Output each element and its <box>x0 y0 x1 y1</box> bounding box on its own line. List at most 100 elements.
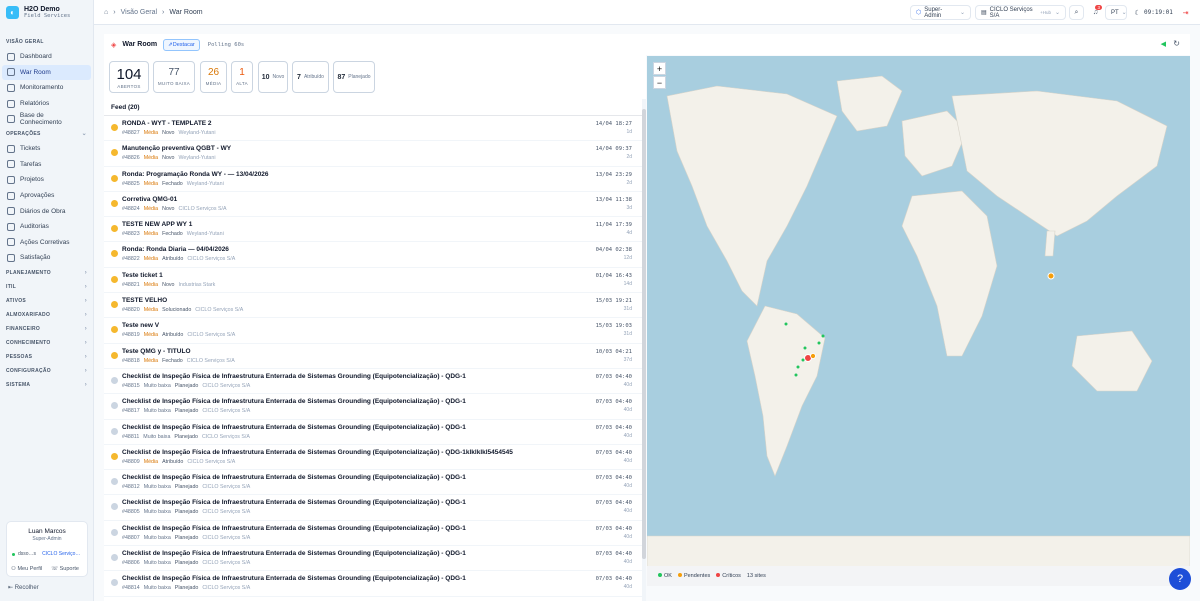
status-label: Planejado <box>174 534 199 541</box>
brand[interactable]: ◐ H2O Demo Field Services <box>0 0 93 25</box>
map-canvas <box>647 75 1190 586</box>
feed-item[interactable]: Checklist de Inspeção Física de Infraest… <box>104 369 642 395</box>
feed-item[interactable]: TESTE VELHO #48820 Média Solucionado CICLO S… <box>104 293 642 319</box>
stat-novo-value: 10 <box>261 73 270 81</box>
company-selector[interactable]: ▤ CICLO Serviços S/A +Hub ⌄ <box>975 5 1066 20</box>
profile-link[interactable]: ⚇ Meu Perfil <box>11 566 42 572</box>
question-icon: ? <box>1176 573 1184 585</box>
feed-item[interactable]: Checklist de Inspeção Física de Infraest… <box>104 521 642 547</box>
sound-toggle-icon[interactable]: ◀ <box>1161 40 1166 48</box>
priority-dot-icon <box>111 124 118 131</box>
priority-label: Muito baixa <box>143 534 171 541</box>
section-conhecimento[interactable]: CONHECIMENTO › <box>0 336 93 350</box>
feed-item[interactable]: Corretiva QMG-01 #48824 Média Novo CICLO Ser… <box>104 192 642 218</box>
war-room-icon <box>7 68 15 77</box>
section-itil[interactable]: ITIL › <box>0 280 93 294</box>
priority-label: Muito baixa <box>143 433 171 440</box>
feed-item[interactable]: Teste ticket 1 #48821 Média Novo Industrias … <box>104 268 642 294</box>
logout-button[interactable]: ⇥ <box>1178 5 1193 20</box>
sidebar-item-aprovacoes[interactable]: Aprovações <box>2 188 91 204</box>
section-sistema[interactable]: SISTEMA › <box>0 378 93 392</box>
sidebar-item-acoes-corretivas[interactable]: Ações Corretivas <box>2 235 91 251</box>
feed-item[interactable]: Checklist de Inspeção Física de Infraest… <box>104 470 642 496</box>
user-session[interactable]: dsso…s CICLO Serviço… <box>12 551 80 557</box>
site-marker-japan <box>1047 272 1055 280</box>
sidebar-item-tickets[interactable]: Tickets <box>2 141 91 157</box>
section-financeiro[interactable]: FINANCEIRO › <box>0 322 93 336</box>
sidebar-item-dashboard[interactable]: Dashboard <box>2 49 91 65</box>
feed-item-date: 07/03 04:40 <box>595 576 632 583</box>
priority-dot-icon <box>111 579 118 587</box>
chevron-right-icon: › <box>84 283 87 290</box>
theme-toggle[interactable]: ☾ <box>1130 5 1145 20</box>
stat-muito-baixa[interactable]: 77 MUITO BAIXA <box>153 61 195 93</box>
feed-item[interactable]: Checklist de Inspeção Física de Infraest… <box>104 394 642 420</box>
collapse-sidebar-button[interactable]: ⇤ Recolher <box>8 584 39 591</box>
world-map[interactable]: + − <box>647 56 1190 586</box>
feed-item[interactable]: Checklist de Inspeção Física de Infraest… <box>104 495 642 521</box>
support-icon: ☏ <box>51 566 60 572</box>
ticket-id: #48819 <box>122 332 140 339</box>
sidebar: ◐ H2O Demo Field Services VISÃO GERAL Da… <box>0 0 94 601</box>
role-selector[interactable]: ⬡ Super-Admin ⌄ <box>910 5 971 20</box>
sidebar-item-diarios-de-obra[interactable]: Diários de Obra <box>2 203 91 219</box>
stat-novo[interactable]: 10 Novo <box>258 61 288 93</box>
section-pessoas[interactable]: PESSOAS › <box>0 350 93 364</box>
sidebar-item-tarefas[interactable]: Tarefas <box>2 157 91 173</box>
section-configuracao[interactable]: CONFIGURAÇÃO › <box>0 364 93 378</box>
zoom-out-button[interactable]: − <box>653 76 666 89</box>
help-button[interactable]: ? <box>1169 568 1191 590</box>
feed-item[interactable]: RONDA - WYT - TEMPLATE 2 #48827 Média Novo W… <box>104 116 642 142</box>
scrollbar-thumb[interactable] <box>642 109 646 559</box>
language-selector[interactable]: PT ⌄ <box>1105 5 1127 20</box>
feed-item-title: Corretiva QMG-01 <box>122 195 178 203</box>
feed-item[interactable]: Ronda: Ronda Diaria — 04/04/2026 #48822 Mé… <box>104 242 642 268</box>
feed-item-title: Teste ticket 1 <box>122 271 163 279</box>
feed-item-date: 07/03 04:40 <box>595 500 632 507</box>
feed-item[interactable]: Manutenção preventiva QGBT - WY #48826 Méd… <box>104 141 642 167</box>
priority-dot-icon <box>111 402 118 410</box>
feed-item-title: Checklist de Inspeção Física de Infraest… <box>122 524 466 532</box>
feed-item[interactable]: Checklist de Inspeção Física de Infraest… <box>104 571 642 597</box>
search-button[interactable]: ⌕ <box>1069 5 1084 20</box>
section-ativos[interactable]: ATIVOS › <box>0 294 93 308</box>
sidebar-item-projetos[interactable]: Projetos <box>2 172 91 188</box>
feed-item-age: 2d <box>626 154 632 161</box>
feed-item[interactable]: Teste new V #48819 Média Atribuído CICLO Ser… <box>104 318 642 344</box>
stat-media[interactable]: 26 MÉDIA <box>200 61 227 93</box>
feed-list[interactable]: RONDA - WYT - TEMPLATE 2 #48827 Média Novo W… <box>104 116 642 597</box>
stat-novo-label: Novo <box>272 74 285 80</box>
sidebar-item-auditorias[interactable]: Auditorias <box>2 219 91 235</box>
feed-item[interactable]: Checklist de Inspeção Física de Infraest… <box>104 420 642 445</box>
section-planejamento[interactable]: PLANEJAMENTO › <box>0 266 93 280</box>
ok-dot-icon <box>658 573 662 577</box>
stat-atribuido[interactable]: 7 Atribuído <box>292 61 329 93</box>
section-almoxarifado[interactable]: ALMOXARIFADO › <box>0 308 93 322</box>
sidebar-item-satisfacao[interactable]: Satisfação <box>2 250 91 266</box>
highlight-button[interactable]: ⇗ Destacar <box>163 38 200 51</box>
stat-alta[interactable]: 1 ALTA <box>231 61 253 93</box>
feed-item[interactable]: Teste QMG y - TITULO #48818 Média Fechado CI… <box>104 344 642 369</box>
sidebar-item-war-room[interactable]: War Room <box>2 64 91 81</box>
user-email: dsso…s <box>18 551 37 557</box>
sidebar-item-base-de-conhecimento[interactable]: Base de Conhecimento <box>2 111 91 127</box>
feed-item[interactable]: TESTE NEW APP WY 1 #48823 Média Fechado Weyl… <box>104 217 642 243</box>
home-icon[interactable]: ⌂ <box>104 9 108 16</box>
notifications-button[interactable]: ♫ 3 <box>1088 5 1103 20</box>
refresh-icon[interactable]: ↻ <box>1173 39 1180 48</box>
sidebar-item-relatorios[interactable]: Relatórios <box>2 96 91 112</box>
stat-planejado[interactable]: 87 Planejado <box>333 61 375 93</box>
sidebar-item-monitoramento[interactable]: Monitoramento <box>2 80 91 96</box>
support-link[interactable]: ☏ Suporte <box>51 566 79 572</box>
feed-item-age: 3d <box>626 204 632 211</box>
breadcrumb-visao-geral[interactable]: Visão Geral <box>121 9 157 16</box>
feed-item[interactable]: Checklist de Inspeção Física de Infraest… <box>104 546 642 572</box>
stats-bar: 104 ABERTOS 77 MUITO BAIXA 26 MÉDIA 1 AL… <box>104 55 646 99</box>
section-operacoes[interactable]: OPERAÇÕES ⌄ <box>0 127 93 141</box>
feed-item[interactable]: Checklist de Inspeção Física de Infraest… <box>104 445 642 471</box>
feed-scrollbar[interactable] <box>642 99 646 601</box>
feed-item[interactable]: Ronda: Programação Ronda WY - — 13/04/20… <box>104 167 642 192</box>
zoom-in-button[interactable]: + <box>653 62 666 75</box>
client-name: CICLO Serviços S/A <box>201 433 250 440</box>
sidebar-item-label: Ações Corretivas <box>20 238 70 246</box>
